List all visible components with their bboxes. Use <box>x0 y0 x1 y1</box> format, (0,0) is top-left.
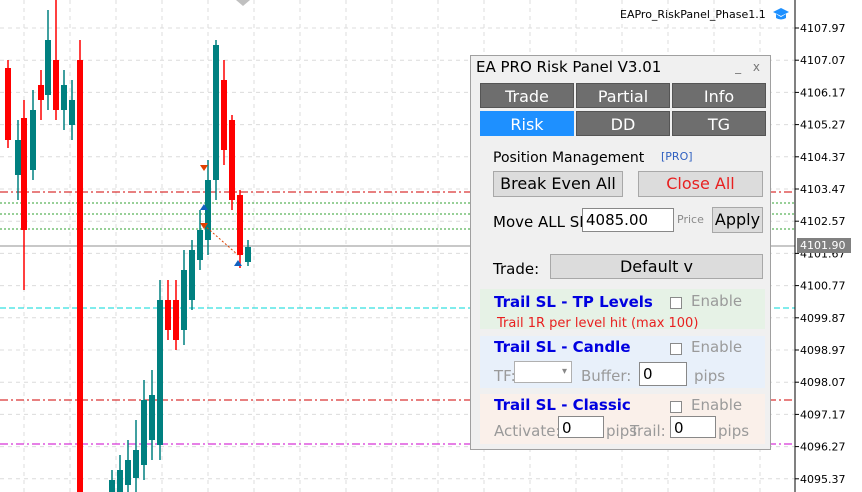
buy-arrow-icon <box>234 260 242 266</box>
trail-classic-enable-label: Enable <box>691 396 743 414</box>
tab-trade[interactable]: Trade <box>480 83 574 108</box>
close-icon[interactable]: x <box>753 60 764 74</box>
trade-label: Trade: <box>493 260 540 278</box>
tab-dd[interactable]: DD <box>576 111 670 136</box>
trail-candle-title: Trail SL - Candle <box>494 338 631 356</box>
close-all-button[interactable]: Close All <box>638 171 763 197</box>
trail-candle-section: Trail SL - Candle Enable TF: ▾ Buffer: 0… <box>480 336 765 388</box>
trail-input[interactable]: 0 <box>670 416 716 438</box>
candle-body <box>21 118 27 230</box>
candle-body <box>237 195 243 255</box>
candle-body <box>53 60 59 110</box>
axis-tick-label: 4096.27 <box>800 441 846 454</box>
move-all-sl-input[interactable]: 4085.00 <box>582 208 674 232</box>
axis-tick-label: 4098.97 <box>800 344 846 357</box>
candle-body <box>189 250 195 300</box>
chevron-down-icon: ▾ <box>561 366 567 377</box>
price-hint-label: Price <box>677 213 704 226</box>
minimize-button[interactable]: _ <box>735 60 745 74</box>
buffer-label: Buffer: <box>581 367 632 385</box>
candle-body <box>157 300 163 445</box>
candle-body <box>213 45 219 180</box>
window-buttons: _ x <box>735 60 764 74</box>
candle-body <box>165 300 171 330</box>
candle-body <box>181 270 187 330</box>
candle-body <box>133 450 139 478</box>
trail-tp-enable-checkbox[interactable] <box>670 297 682 309</box>
axis-tick-label: 4105.27 <box>800 119 846 132</box>
trail-classic-title: Trail SL - Classic <box>494 396 631 414</box>
buffer-input[interactable]: 0 <box>639 362 687 386</box>
buffer-pips-label: pips <box>694 367 726 385</box>
candle-body <box>38 85 44 100</box>
candle-body <box>77 60 83 492</box>
trail-classic-section: Trail SL - Classic Enable Activate: 0 pi… <box>480 394 765 444</box>
trail-tp-note: Trail 1R per level hit (max 100) <box>497 316 699 331</box>
trail-classic-enable-checkbox[interactable] <box>670 401 682 413</box>
candle-body <box>15 140 21 175</box>
activate-input[interactable]: 0 <box>558 416 604 438</box>
candle-body <box>61 85 67 110</box>
candle-body <box>221 80 227 150</box>
candle-body <box>30 110 36 170</box>
position-management-label: Position Management <box>493 150 645 166</box>
chart-shift-marker <box>236 0 250 6</box>
tab-partial[interactable]: Partial <box>576 83 670 108</box>
axis-tick-label: 4103.47 <box>800 183 846 196</box>
candle-body <box>5 68 11 140</box>
candle-body <box>117 470 123 492</box>
axis-tick-label: 4107.07 <box>800 54 846 67</box>
candle-body <box>173 300 179 340</box>
pro-badge: [PRO] <box>661 150 693 163</box>
price-axis: 4107.97 4107.07 4106.17 4105.27 4104.37 4103.… <box>795 22 846 486</box>
trail-tp-enable-label: Enable <box>691 292 743 310</box>
candle-body <box>109 480 115 492</box>
current-price-tag: 4101.90 <box>797 238 851 253</box>
sell-arrow-icon <box>200 165 208 171</box>
tab-tg[interactable]: TG <box>672 111 766 136</box>
candle-body <box>141 400 147 465</box>
trail-candle-enable-label: Enable <box>691 338 743 356</box>
candle-body <box>229 120 235 200</box>
trail-label: Trail: <box>630 422 666 440</box>
panel-title: EA PRO Risk Panel V3.01 <box>476 58 662 76</box>
axis-tick-label: 4102.57 <box>800 215 846 228</box>
axis-tick-label: 4107.97 <box>800 22 846 35</box>
trail-tp-title: Trail SL - TP Levels <box>494 293 653 311</box>
trail-candle-enable-checkbox[interactable] <box>670 343 682 355</box>
tf-label: TF: <box>494 367 516 385</box>
tf-select[interactable]: ▾ <box>514 361 572 383</box>
axis-tick-label: 4100.77 <box>800 280 846 293</box>
trail-pips-label: pips <box>718 422 750 440</box>
move-all-sl-label: Move ALL SL: <box>493 213 593 231</box>
apply-button[interactable]: Apply <box>712 207 763 233</box>
axis-tick-label: 4098.07 <box>800 376 846 389</box>
graduation-cap-icon <box>773 8 789 20</box>
candle-body <box>197 230 203 260</box>
trade-select[interactable]: Default v <box>550 254 763 279</box>
axis-tick-label: 4097.17 <box>800 408 846 421</box>
axis-tick-label: 4106.17 <box>800 86 846 99</box>
break-even-all-button[interactable]: Break Even All <box>493 171 623 197</box>
axis-tick-label: 4099.87 <box>800 312 846 325</box>
candle-body <box>149 395 155 440</box>
candle-body <box>45 40 51 95</box>
risk-panel: EA PRO Risk Panel V3.01 _ x Trade Partia… <box>470 55 771 450</box>
trail-tp-section: Trail SL - TP Levels Enable Trail 1R per… <box>480 289 765 331</box>
activate-label: Activate: <box>494 422 561 440</box>
tab-risk[interactable]: Risk <box>480 111 574 136</box>
tab-info[interactable]: Info <box>672 83 766 108</box>
chart-symbol-title: EAPro_RiskPanel_Phase1.1 <box>620 8 766 21</box>
candle-body <box>69 100 75 125</box>
candle-body <box>245 247 251 262</box>
axis-tick-label: 4104.37 <box>800 151 846 164</box>
candle-body <box>125 460 131 485</box>
axis-tick-label: 4095.37 <box>800 473 846 486</box>
